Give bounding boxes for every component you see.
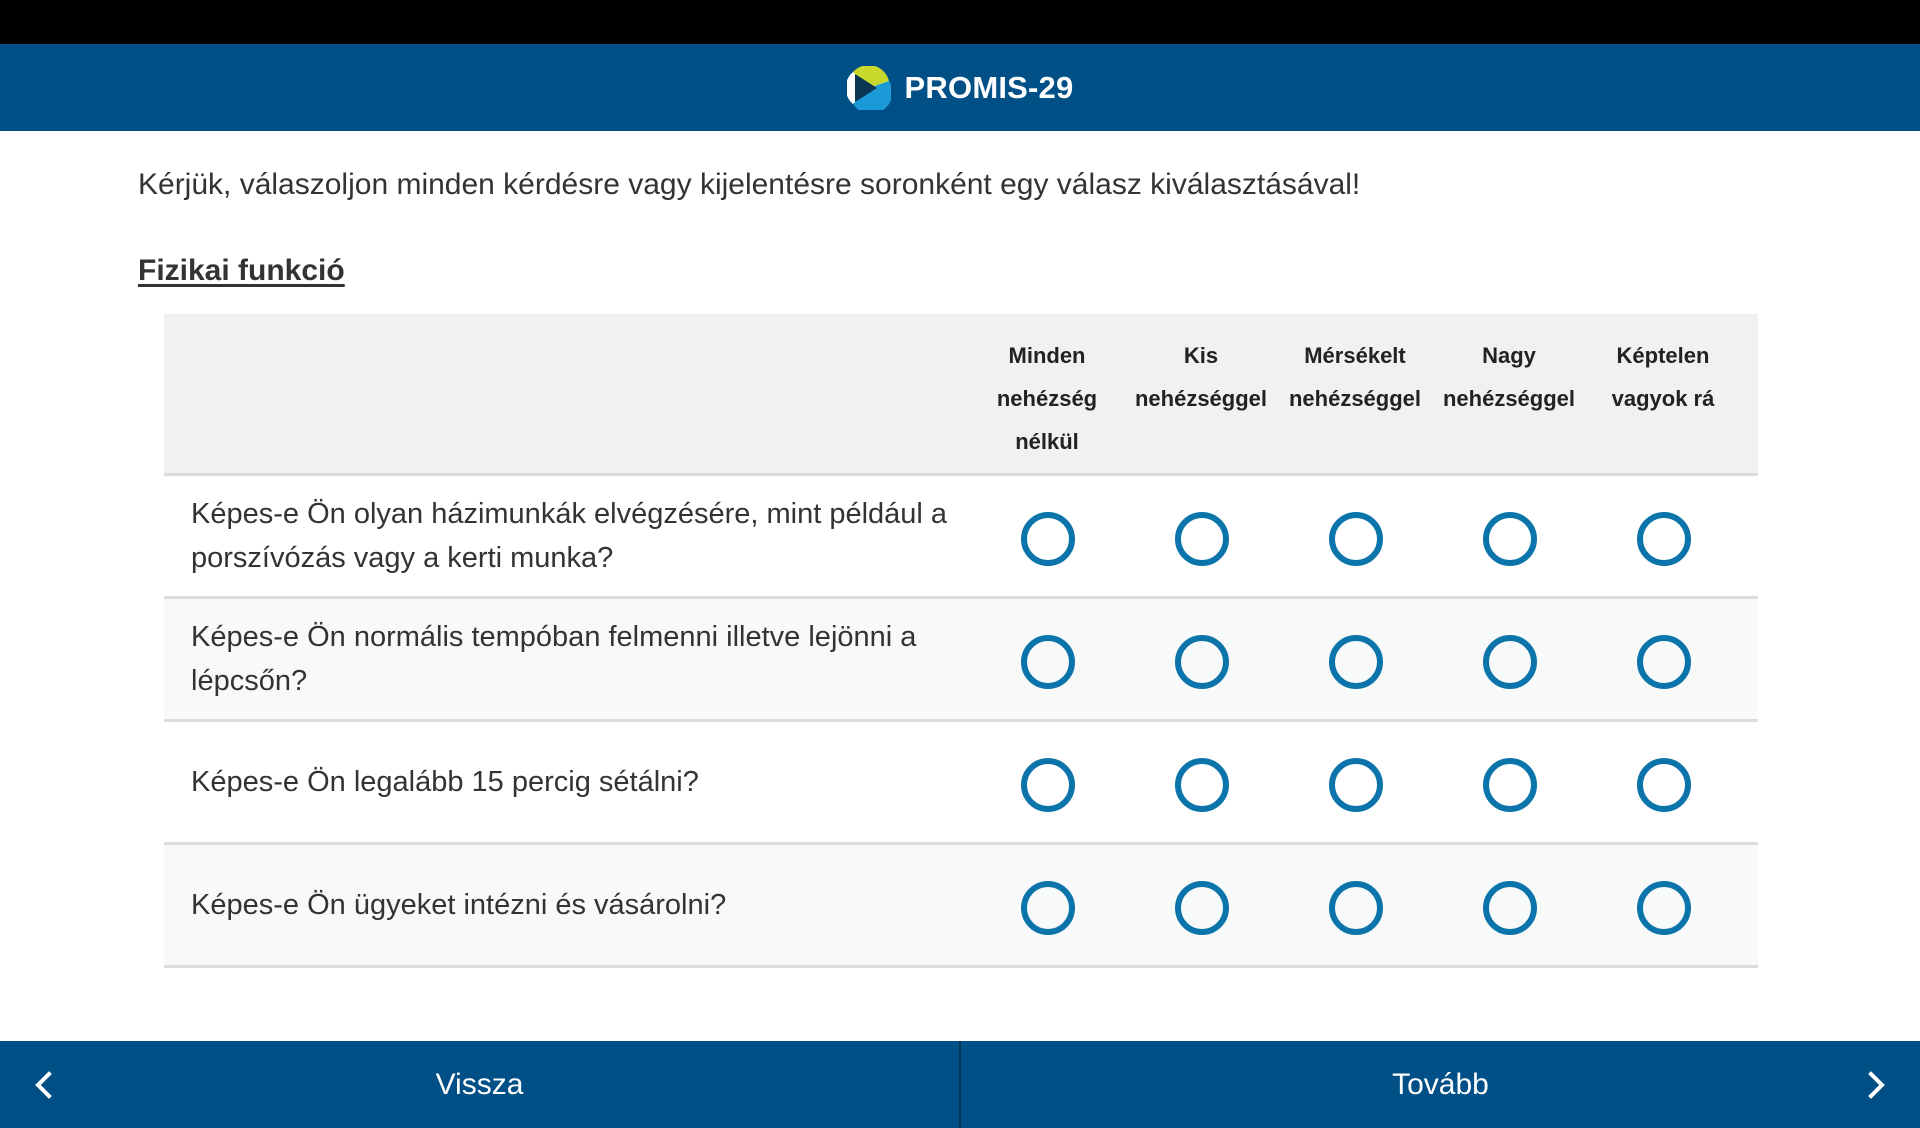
column-header-no-difficulty: Minden nehézség nélkül xyxy=(996,343,1098,454)
radio-option-unable[interactable] xyxy=(1637,758,1691,812)
next-button[interactable]: Tovább xyxy=(959,1041,1920,1128)
next-button-label: Tovább xyxy=(1392,1067,1489,1101)
table-row: Képes-e Ön legalább 15 percig sétálni? xyxy=(164,722,1758,845)
radio-option-no-difficulty[interactable] xyxy=(1021,758,1075,812)
instruction-text: Kérjük, válaszoljon minden kérdésre vagy… xyxy=(138,168,1361,201)
question-table: Minden nehézség nélkül Kis nehézséggel M… xyxy=(164,314,1758,968)
column-header-moderate-difficulty: Mérsékelt nehézséggel xyxy=(1288,343,1422,411)
section-title: Fizikai funkció xyxy=(138,254,345,287)
column-header-little-difficulty: Kis nehézséggel xyxy=(1134,343,1268,411)
back-button-label: Vissza xyxy=(435,1067,524,1101)
table-row: Képes-e Ön ügyeket intézni és vásárolni? xyxy=(164,845,1758,968)
question-text: Képes-e Ön olyan házimunkák elvégzésére,… xyxy=(191,498,948,574)
radio-option-much-difficulty[interactable] xyxy=(1483,758,1537,812)
question-text: Képes-e Ön legalább 15 percig sétálni? xyxy=(191,766,699,798)
radio-option-little-difficulty[interactable] xyxy=(1175,758,1229,812)
table-row: Képes-e Ön normális tempóban felmenni il… xyxy=(164,599,1758,722)
radio-option-moderate-difficulty[interactable] xyxy=(1329,758,1383,812)
back-button[interactable]: Vissza xyxy=(0,1041,959,1128)
radio-option-no-difficulty[interactable] xyxy=(1021,881,1075,935)
radio-option-moderate-difficulty[interactable] xyxy=(1329,881,1383,935)
chevron-right-icon xyxy=(1868,1071,1885,1099)
navigation-footer: Vissza Tovább xyxy=(0,1041,1920,1128)
radio-option-unable[interactable] xyxy=(1637,635,1691,689)
app-title: PROMIS-29 xyxy=(904,69,1074,105)
radio-option-little-difficulty[interactable] xyxy=(1175,635,1229,689)
radio-option-unable[interactable] xyxy=(1637,881,1691,935)
table-header: Minden nehézség nélkül Kis nehézséggel M… xyxy=(164,314,1758,476)
radio-option-much-difficulty[interactable] xyxy=(1483,881,1537,935)
radio-option-little-difficulty[interactable] xyxy=(1175,512,1229,566)
radio-option-moderate-difficulty[interactable] xyxy=(1329,512,1383,566)
radio-option-moderate-difficulty[interactable] xyxy=(1329,635,1383,689)
question-text: Képes-e Ön ügyeket intézni és vásárolni? xyxy=(191,889,727,921)
column-header-much-difficulty: Nagy nehézséggel xyxy=(1442,343,1576,411)
status-bar xyxy=(0,0,1920,44)
radio-option-much-difficulty[interactable] xyxy=(1483,635,1537,689)
radio-option-much-difficulty[interactable] xyxy=(1483,512,1537,566)
radio-option-no-difficulty[interactable] xyxy=(1021,512,1075,566)
promis-logo-icon xyxy=(846,65,891,110)
radio-option-unable[interactable] xyxy=(1637,512,1691,566)
chevron-left-icon xyxy=(35,1071,52,1099)
radio-option-little-difficulty[interactable] xyxy=(1175,881,1229,935)
radio-option-no-difficulty[interactable] xyxy=(1021,635,1075,689)
question-text: Képes-e Ön normális tempóban felmenni il… xyxy=(191,621,917,697)
column-header-unable: Képtelen vagyok rá xyxy=(1611,343,1715,411)
app-header: PROMIS-29 xyxy=(0,44,1920,131)
table-row: Képes-e Ön olyan házimunkák elvégzésére,… xyxy=(164,476,1758,599)
